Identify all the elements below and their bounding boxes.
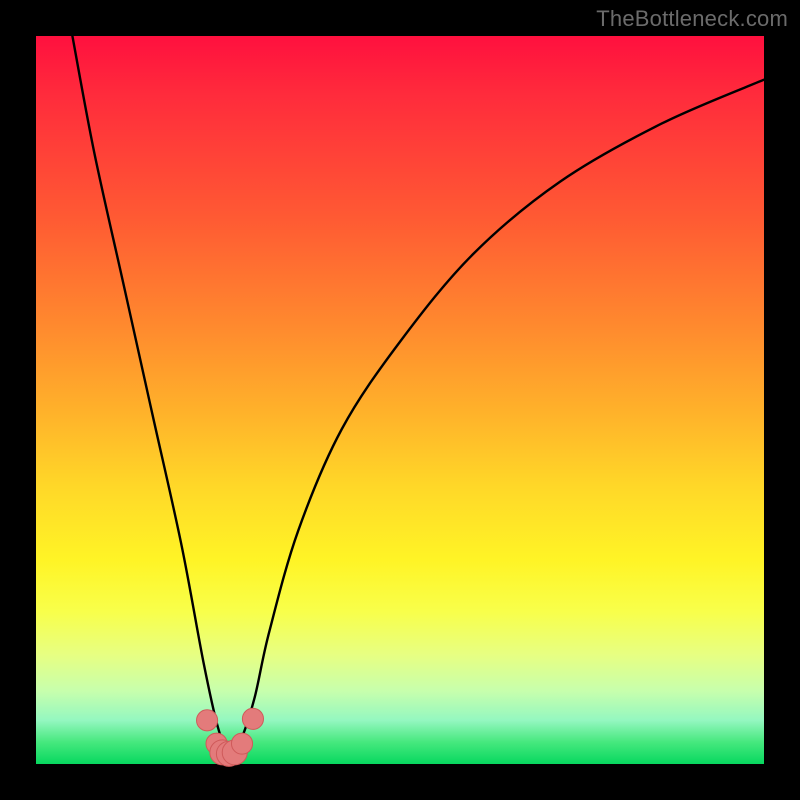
curve-marker: [242, 708, 263, 729]
curve-marker: [231, 733, 252, 754]
plot-area: [36, 36, 764, 764]
curve-markers: [197, 708, 264, 766]
outer-frame: TheBottleneck.com: [0, 0, 800, 800]
curve-marker: [197, 710, 218, 731]
bottleneck-curve-svg: [36, 36, 764, 764]
bottleneck-curve: [72, 36, 764, 754]
watermark-text: TheBottleneck.com: [596, 6, 788, 32]
